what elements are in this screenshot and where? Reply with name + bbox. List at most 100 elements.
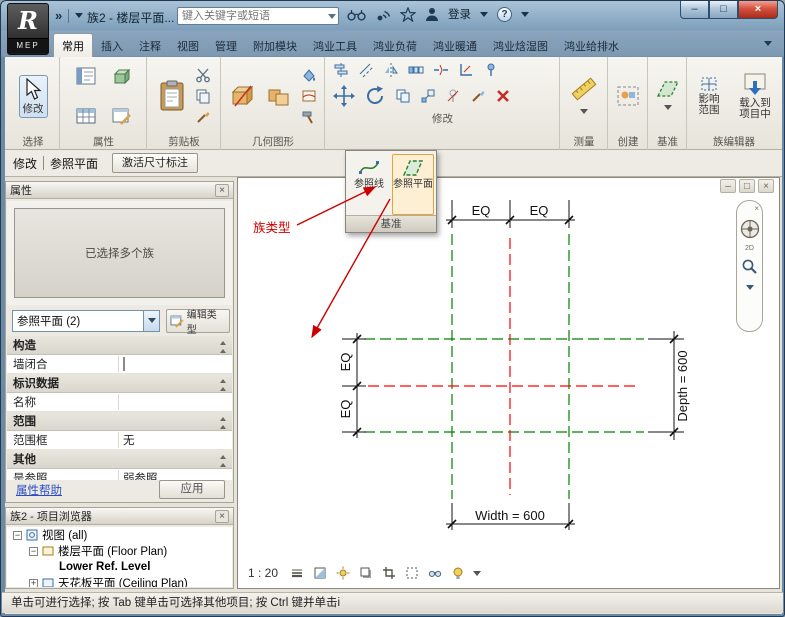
apply-button[interactable]: 应用: [159, 480, 225, 499]
properties-palette-button[interactable]: [71, 61, 101, 91]
steering-wheel-2d-icon[interactable]: [740, 219, 760, 239]
copy-button[interactable]: [393, 86, 413, 106]
properties-close-icon[interactable]: ×: [215, 184, 229, 197]
panel-label-properties[interactable]: 属性: [61, 135, 146, 150]
scope-button[interactable]: 影响范围: [690, 73, 728, 119]
tab-hongye-tools[interactable]: 鸿业工具: [305, 34, 365, 57]
help-caret-icon[interactable]: [521, 12, 529, 21]
binoculars-search-icon[interactable]: [347, 8, 366, 21]
flyout-panel-title[interactable]: 基准: [346, 215, 436, 232]
match-type-button[interactable]: [468, 86, 488, 106]
join-geometry-button[interactable]: [263, 81, 295, 111]
tree-item-ceiling-plan[interactable]: + 天花板平面 (Ceiling Plan): [7, 575, 232, 587]
crop-view-icon[interactable]: [381, 565, 397, 581]
group-row-identity[interactable]: 标识数据: [7, 374, 232, 393]
split-face-button[interactable]: [299, 86, 319, 106]
tab-insert[interactable]: 插入: [93, 34, 131, 57]
property-value[interactable]: [119, 358, 232, 370]
unpin-button[interactable]: [443, 86, 463, 106]
drawing-area[interactable]: – □ × EQ EQ: [237, 177, 780, 589]
panel-label-select[interactable]: 选择: [7, 135, 59, 150]
type-selector-combo[interactable]: 参照平面 (2): [12, 310, 160, 332]
sign-in-user-icon[interactable]: [425, 7, 439, 22]
family-category-button[interactable]: [107, 61, 137, 91]
search-caret-icon[interactable]: [328, 14, 336, 23]
match-properties-button[interactable]: [193, 107, 213, 127]
show-crop-region-icon[interactable]: [404, 565, 420, 581]
depth-dimension-label[interactable]: Depth = 600: [675, 350, 690, 421]
panel-label-measure[interactable]: 测量: [561, 135, 607, 150]
view-restore-button[interactable]: □: [739, 179, 755, 193]
tab-hongye-hvac[interactable]: 鸿业暖通: [425, 34, 485, 57]
dimension-left-eq[interactable]: [342, 333, 366, 438]
family-types-button[interactable]: [71, 101, 101, 131]
project-browser-header[interactable]: 族2 - 项目浏览器 ×: [6, 508, 233, 525]
copy-to-clipboard-button[interactable]: [193, 86, 213, 106]
panel-label-geometry[interactable]: 几何图形: [222, 135, 324, 150]
type-properties-button[interactable]: [107, 101, 137, 131]
panel-label-datum[interactable]: 基准: [649, 135, 686, 150]
panel-label-modify[interactable]: 修改: [326, 112, 559, 127]
temporary-hide-isolate-icon[interactable]: [427, 565, 443, 581]
reference-plane-button[interactable]: 参照平面: [392, 154, 434, 215]
eq-label-left-bottom[interactable]: EQ: [338, 400, 353, 419]
modify-button[interactable]: 修改: [19, 75, 48, 118]
pin-button[interactable]: [481, 60, 501, 80]
offset-button[interactable]: [356, 60, 376, 80]
sign-in-caret-icon[interactable]: [480, 12, 488, 21]
tree-expand-icon[interactable]: +: [29, 579, 38, 588]
eq-label-left-top[interactable]: EQ: [338, 353, 353, 372]
align-button[interactable]: [331, 60, 351, 80]
move-button[interactable]: [331, 83, 357, 109]
view-close-button[interactable]: ×: [758, 179, 774, 193]
tab-manage[interactable]: 管理: [207, 34, 245, 57]
tree-item-lower-ref-level[interactable]: Lower Ref. Level: [7, 559, 232, 575]
view-scale-button[interactable]: 1 : 20: [244, 565, 282, 581]
panel-label-create[interactable]: 创建: [609, 135, 647, 150]
favorites-star-icon[interactable]: [400, 7, 416, 22]
tab-hongye-psychrometric[interactable]: 鸿业焓湿图: [485, 34, 556, 57]
datum-plane-button[interactable]: [652, 76, 684, 117]
property-value[interactable]: 无: [119, 432, 232, 448]
demolish-button[interactable]: [299, 107, 319, 127]
tree-item-views[interactable]: − 视图 (all): [7, 527, 232, 543]
array-button[interactable]: [406, 60, 426, 80]
group-row-other[interactable]: 其他: [7, 450, 232, 469]
viewbar-caret-icon[interactable]: [473, 571, 481, 580]
cut-geometry-button[interactable]: [227, 81, 259, 111]
reference-line-button[interactable]: 参照线: [348, 154, 390, 215]
tab-addins[interactable]: 附加模块: [245, 34, 305, 57]
maximize-button[interactable]: □: [709, 1, 738, 19]
rotate-button[interactable]: [362, 83, 388, 109]
delete-button[interactable]: [493, 86, 513, 106]
width-dimension-label[interactable]: Width = 600: [475, 508, 545, 523]
group-row-construction[interactable]: 构造: [7, 336, 232, 355]
tab-hongye-load[interactable]: 鸿业负荷: [365, 34, 425, 57]
application-menu-button[interactable]: R MEP: [7, 3, 49, 55]
tab-hongye-plumbing[interactable]: 鸿业给排水: [556, 34, 627, 57]
dimension-top-eq[interactable]: [446, 200, 575, 228]
split-button[interactable]: [431, 60, 451, 80]
ribbon-minimize-caret-icon[interactable]: [764, 41, 772, 50]
sun-path-icon[interactable]: [335, 565, 351, 581]
cut-button[interactable]: [193, 65, 213, 85]
detail-level-icon[interactable]: [289, 565, 305, 581]
panel-label-family-editor[interactable]: 族编辑器: [688, 135, 780, 150]
tab-view[interactable]: 视图: [169, 34, 207, 57]
search-input[interactable]: [178, 10, 328, 22]
eq-label-top-right[interactable]: EQ: [530, 203, 549, 218]
edit-type-button[interactable]: 编辑类型: [166, 309, 230, 333]
qat-expand-icon[interactable]: »: [55, 8, 62, 23]
group-row-extents[interactable]: 范围: [7, 412, 232, 431]
type-selector-dropdown[interactable]: [143, 311, 159, 331]
qat-caret-icon[interactable]: [75, 13, 83, 22]
tree-collapse-icon[interactable]: −: [13, 531, 22, 540]
create-group-button[interactable]: [612, 81, 644, 111]
sign-in-label[interactable]: 登录: [448, 6, 471, 22]
properties-palette-header[interactable]: 属性 ×: [6, 182, 233, 199]
zoom-caret-icon[interactable]: [746, 285, 754, 294]
activate-dimensions-button[interactable]: 激活尺寸标注: [112, 153, 198, 173]
tab-home[interactable]: 常用: [53, 33, 93, 57]
mirror-button[interactable]: [381, 60, 401, 80]
tree-item-floor-plan[interactable]: − 楼层平面 (Floor Plan): [7, 543, 232, 559]
